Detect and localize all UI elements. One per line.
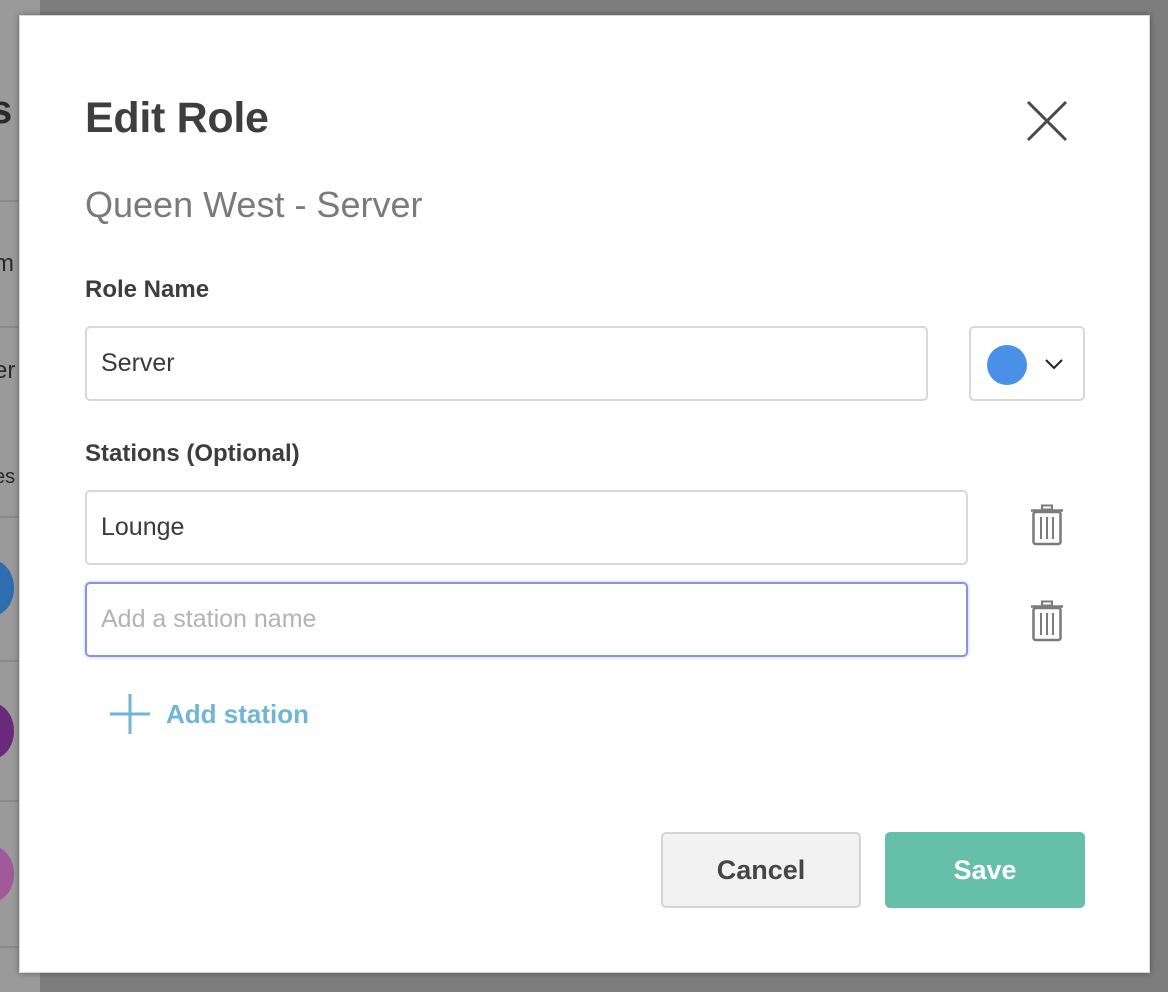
background-avatar	[0, 703, 14, 759]
background-avatar	[0, 846, 14, 902]
trash-icon	[1031, 600, 1063, 642]
delete-station-button[interactable]	[1029, 504, 1065, 546]
close-button[interactable]	[1022, 96, 1072, 146]
edit-role-dialog: Edit Role Queen West - Server Role Name …	[19, 15, 1150, 973]
background-text-fragment: er	[0, 357, 16, 384]
background-text-fragment: m	[0, 250, 14, 277]
role-color-swatch	[987, 345, 1027, 385]
add-station-label: Add station	[166, 698, 309, 729]
background-text-fragment: s	[0, 88, 13, 132]
plus-icon	[110, 694, 150, 734]
dialog-title: Edit Role	[85, 94, 269, 142]
dialog-subtitle: Queen West - Server	[85, 184, 423, 225]
add-station-button[interactable]: Add station	[108, 692, 309, 736]
chevron-down-icon	[1045, 359, 1063, 370]
role-color-select[interactable]	[969, 326, 1085, 401]
station-input[interactable]	[85, 490, 968, 565]
cancel-button[interactable]: Cancel	[661, 832, 861, 908]
role-name-label: Role Name	[85, 276, 210, 303]
delete-station-button[interactable]	[1029, 600, 1065, 642]
trash-icon	[1031, 504, 1063, 546]
save-button[interactable]: Save	[885, 832, 1085, 908]
close-icon	[1026, 100, 1068, 142]
background-text-fragment: es	[0, 466, 16, 488]
role-name-input[interactable]	[85, 326, 928, 401]
stations-label: Stations (Optional)	[85, 440, 300, 467]
station-input[interactable]	[85, 582, 968, 657]
background-avatar	[0, 560, 14, 616]
